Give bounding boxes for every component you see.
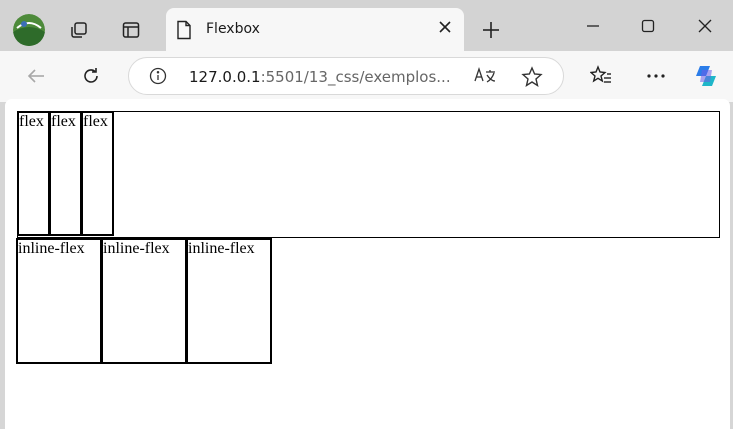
- close-tab-button[interactable]: [434, 16, 456, 38]
- vertical-tabs-button[interactable]: [116, 15, 146, 45]
- maximize-icon: [641, 19, 655, 33]
- info-icon[interactable]: [149, 67, 167, 90]
- more-icon: [647, 74, 665, 78]
- minimize-button[interactable]: [578, 11, 608, 41]
- window-close-button[interactable]: [690, 11, 720, 41]
- active-tab[interactable]: Flexbox: [166, 8, 464, 51]
- reload-button[interactable]: [75, 60, 107, 92]
- page-viewport: flex flex flex inline-flex inline-flex i…: [5, 99, 730, 429]
- inline-flex-item: inline-flex: [101, 238, 187, 364]
- favorites-list-icon: [590, 65, 611, 83]
- flex-item: flex: [17, 111, 50, 236]
- inline-flex-item: inline-flex: [16, 238, 102, 364]
- flex-container: flex flex flex: [17, 111, 720, 238]
- flex-item: flex: [49, 111, 82, 236]
- workspaces-icon: [71, 22, 87, 38]
- favorites-button[interactable]: [585, 60, 617, 92]
- tab-title: Flexbox: [206, 21, 260, 37]
- minimize-icon: [587, 25, 599, 27]
- close-icon: [439, 21, 451, 33]
- plus-icon: [483, 22, 499, 38]
- browser-toolbar: 127.0.0.1:5501/13_css/exemplos...: [0, 51, 733, 102]
- inline-flex-item: inline-flex: [186, 238, 272, 364]
- refresh-icon: [84, 68, 98, 83]
- maximize-button[interactable]: [633, 11, 663, 41]
- add-favorite-button[interactable]: [521, 66, 543, 93]
- copilot-icon: [696, 66, 716, 86]
- back-button[interactable]: [20, 60, 52, 92]
- address-bar[interactable]: 127.0.0.1:5501/13_css/exemplos...: [128, 57, 564, 95]
- arrow-left-icon: [27, 69, 44, 83]
- tab-actions-icon: [122, 22, 140, 38]
- flex-item: flex: [81, 111, 114, 236]
- copilot-button[interactable]: [690, 60, 722, 92]
- inline-flex-container: inline-flex inline-flex inline-flex: [16, 238, 272, 364]
- workspaces-button[interactable]: [64, 15, 94, 45]
- tab-strip: Flexbox: [0, 0, 733, 51]
- close-icon: [698, 19, 712, 33]
- profile-avatar[interactable]: [13, 14, 45, 46]
- star-icon: [521, 66, 543, 88]
- read-aloud-button[interactable]: [473, 66, 497, 87]
- translate-icon: [474, 66, 496, 83]
- page-icon: [176, 20, 192, 45]
- new-tab-button[interactable]: [476, 15, 506, 45]
- url-text[interactable]: 127.0.0.1:5501/13_css/exemplos...: [189, 68, 451, 86]
- settings-and-more-button[interactable]: [640, 60, 672, 92]
